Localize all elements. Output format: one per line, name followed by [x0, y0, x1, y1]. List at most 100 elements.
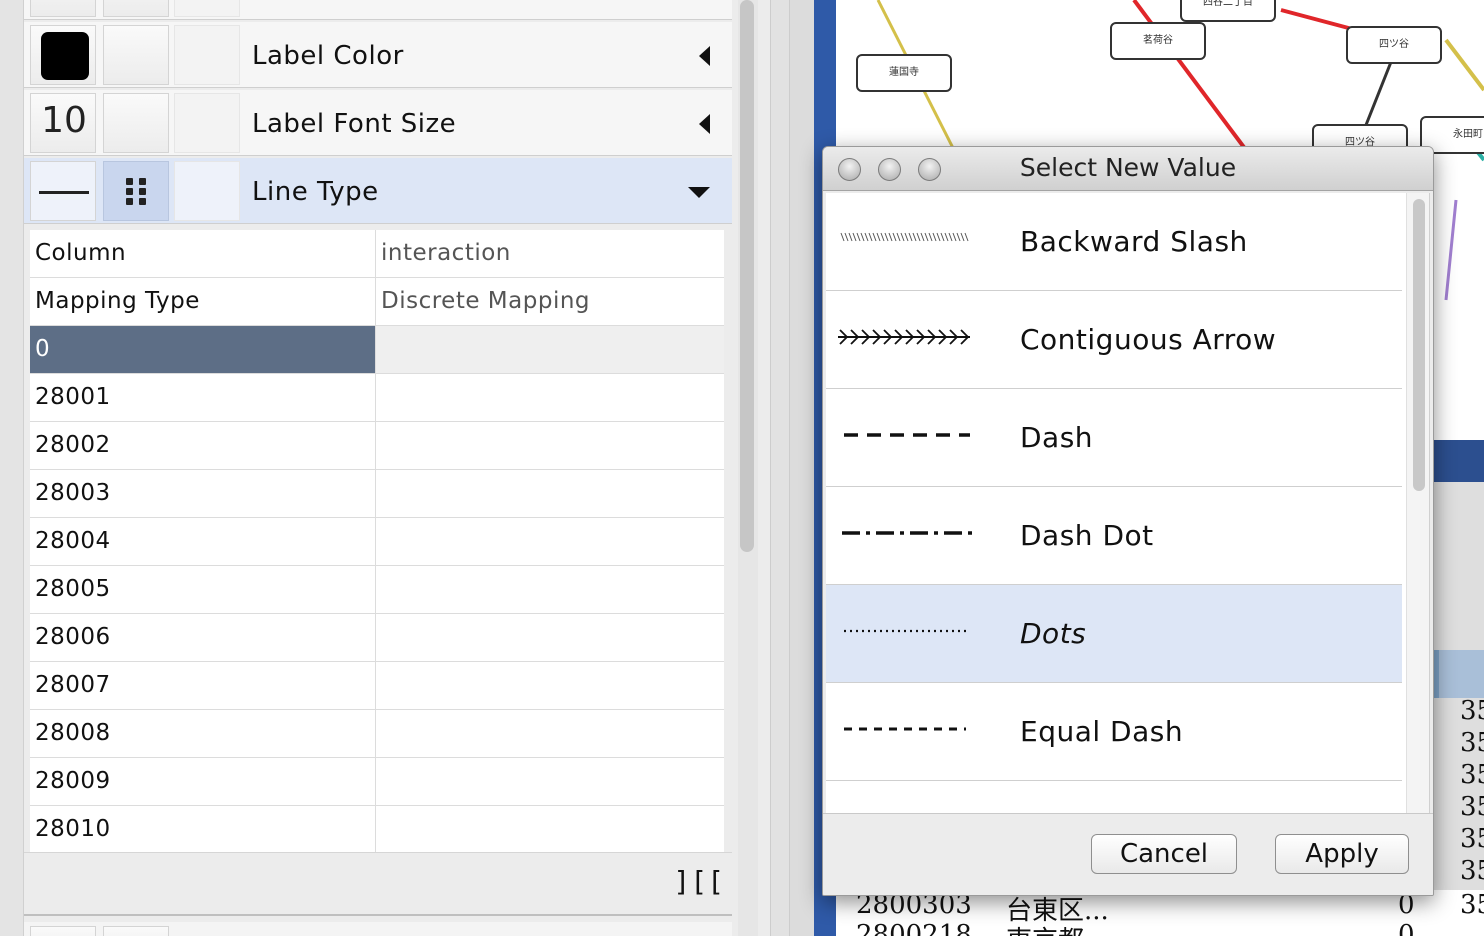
option-label: Dash [1020, 421, 1094, 454]
resize-handle-icon[interactable]: ][[ [673, 865, 724, 898]
table-row[interactable]: 28009 [30, 758, 724, 806]
mapping-cell[interactable] [103, 161, 169, 221]
table-row[interactable]: 28010 [30, 806, 724, 854]
mapping-cell[interactable] [103, 926, 169, 936]
property-label: Label Color [252, 41, 404, 71]
table-row[interactable]: 28003 [30, 470, 724, 518]
list-item-backward-slash[interactable]: Backward Slash [826, 193, 1402, 291]
table-header [1434, 650, 1484, 698]
table-cell: 35 [1460, 792, 1484, 822]
mapping-cell[interactable] [103, 93, 169, 153]
network-node[interactable]: 四ツ谷 [1346, 26, 1442, 64]
property-row-partial[interactable] [24, 922, 732, 936]
select-value-dialog: Select New Value Backward Slash Contiguo… [822, 146, 1434, 896]
table-row[interactable]: 28008 [30, 710, 724, 758]
scrollbar-thumb[interactable] [1413, 199, 1425, 491]
table-row[interactable]: 28004 [30, 518, 724, 566]
mapping-cell[interactable] [103, 25, 169, 85]
dialog-titlebar[interactable]: Select New Value [823, 147, 1433, 191]
network-node[interactable]: 四谷二丁目 [1180, 0, 1276, 22]
mapping-value[interactable] [376, 758, 724, 805]
list-item-contiguous-arrow[interactable]: Contiguous Arrow [826, 291, 1402, 389]
mapping-key: 28010 [30, 806, 376, 853]
expand-arrow-icon[interactable] [699, 114, 710, 134]
table-row[interactable]: 28001 [30, 374, 724, 422]
mapping-value[interactable] [376, 518, 724, 565]
option-label: Contiguous Arrow [1020, 323, 1277, 356]
split-pane-divider[interactable] [770, 0, 790, 936]
panel-scrollbar[interactable] [738, 0, 758, 936]
mapping-table: Column interaction Mapping Type Discrete… [30, 230, 724, 854]
property-row-partial[interactable] [24, 0, 732, 20]
mapping-value[interactable] [376, 806, 724, 853]
mapping-cell[interactable] [103, 0, 169, 17]
collapse-arrow-icon[interactable] [688, 187, 710, 198]
list-item-equal-dash[interactable]: Equal Dash [826, 683, 1402, 781]
list-item-dash[interactable]: Dash [826, 389, 1402, 487]
mapping-key: 0 [30, 326, 376, 373]
list-item[interactable] [826, 781, 1402, 813]
bypass-cell[interactable] [174, 0, 240, 17]
mapping-column-key: Column [30, 230, 376, 277]
line-type-list[interactable]: Backward Slash Contiguous Arrow Dash Das… [826, 193, 1430, 813]
default-value-cell[interactable] [30, 0, 96, 17]
mapping-key: 28009 [30, 758, 376, 805]
backward-slash-line-icon [840, 232, 969, 242]
list-item-dots[interactable]: Dots [826, 585, 1402, 683]
table-row[interactable]: 28007 [30, 662, 724, 710]
mapping-value[interactable] [376, 326, 724, 373]
default-value-cell[interactable] [30, 161, 96, 221]
visual-style-panel: Label Color 10 Label Font Size Line Type… [0, 0, 770, 936]
node-table-rows: 2800303 台東区... 0 35 2800218 東京都 0 [836, 890, 1484, 936]
table-row[interactable]: 28005 [30, 566, 724, 614]
list-scrollbar[interactable] [1406, 193, 1429, 813]
mapping-type-value[interactable]: Discrete Mapping [376, 278, 724, 325]
mapping-key: 28003 [30, 470, 376, 517]
default-value-cell[interactable] [30, 25, 96, 85]
mapping-value[interactable] [376, 422, 724, 469]
table-row[interactable]: 0 [30, 326, 724, 374]
mapping-column-value[interactable]: interaction [376, 230, 724, 277]
table-cell: 2800218 [856, 920, 972, 936]
mapping-key: 28002 [30, 422, 376, 469]
bypass-cell[interactable] [174, 93, 240, 153]
network-node[interactable]: 蓮国寺 [856, 54, 952, 92]
minimize-window-button[interactable] [878, 158, 901, 181]
cancel-button[interactable]: Cancel [1091, 834, 1237, 874]
list-item-dash-dot[interactable]: Dash Dot [826, 487, 1402, 585]
bypass-cell[interactable] [174, 161, 240, 221]
mapping-value[interactable] [376, 662, 724, 709]
mapping-value[interactable] [376, 566, 724, 613]
mapping-value[interactable] [376, 374, 724, 421]
table-row[interactable]: 28002 [30, 422, 724, 470]
expand-arrow-icon[interactable] [699, 46, 710, 66]
mapping-type-key: Mapping Type [30, 278, 376, 325]
zoom-window-button[interactable] [918, 158, 941, 181]
network-node[interactable]: 茗荷谷 [1110, 22, 1206, 60]
scrollbar-thumb[interactable] [740, 0, 754, 552]
mapping-value[interactable] [376, 470, 724, 517]
table-row[interactable]: 28006 [30, 614, 724, 662]
table-cell: 東京都 [1006, 920, 1084, 936]
mapping-column-row[interactable]: Column interaction [30, 230, 724, 278]
option-label: Backward Slash [1020, 225, 1248, 258]
mapping-value[interactable] [376, 710, 724, 757]
font-size-value: 10 [41, 100, 87, 141]
default-value-cell[interactable] [30, 926, 96, 936]
dash-dot-line-icon [842, 531, 972, 535]
property-label: Line Type [252, 177, 379, 207]
property-row-line-type[interactable]: Line Type [24, 158, 732, 224]
mapping-key: 28005 [30, 566, 376, 613]
mapping-key: 28007 [30, 662, 376, 709]
property-row-label-color[interactable]: Label Color [24, 22, 732, 88]
solid-line-icon [39, 191, 89, 194]
option-label: Dots [1020, 617, 1087, 650]
mapping-value[interactable] [376, 614, 724, 661]
property-row-label-font-size[interactable]: 10 Label Font Size [24, 90, 732, 156]
mapping-type-row[interactable]: Mapping Type Discrete Mapping [30, 278, 724, 326]
apply-button[interactable]: Apply [1275, 834, 1409, 874]
default-value-cell[interactable]: 10 [30, 93, 96, 153]
close-window-button[interactable] [838, 158, 861, 181]
property-label: Label Font Size [252, 109, 457, 139]
bypass-cell[interactable] [174, 25, 240, 85]
